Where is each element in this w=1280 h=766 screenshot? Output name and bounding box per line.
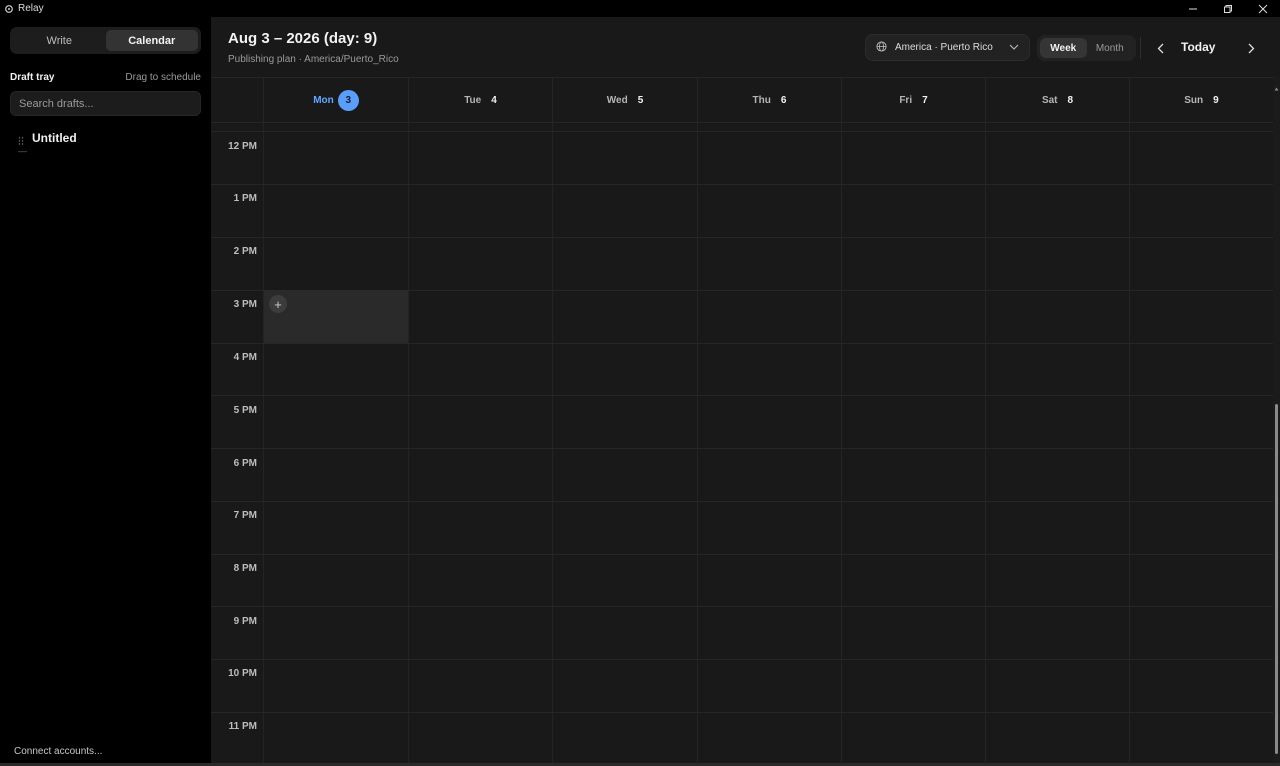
hour-label: 9 PM (233, 616, 257, 627)
day-header-fri[interactable]: Fri 7 (841, 78, 985, 122)
chevron-right-icon (1248, 43, 1254, 53)
globe-icon (876, 40, 887, 55)
view-month-button[interactable]: Month (1087, 38, 1134, 58)
column-divider (408, 122, 409, 766)
hour-label: 5 PM (233, 405, 257, 416)
connect-accounts-link[interactable]: Connect accounts... (14, 746, 102, 757)
day-header-mon[interactable]: Mon 3 (263, 78, 408, 122)
day-header-sun[interactable]: Sun 9 (1129, 78, 1273, 122)
column-divider (263, 122, 264, 766)
draft-item[interactable]: Untitled — (14, 129, 199, 157)
day-number: 4 (491, 94, 497, 106)
column-divider (841, 122, 842, 766)
close-button[interactable] (1245, 0, 1280, 17)
day-name: Sat (1041, 94, 1058, 106)
day-number: 6 (780, 94, 787, 106)
minimize-button[interactable] (1175, 0, 1210, 17)
day-number-today: 3 (337, 89, 359, 111)
hour-label: 12 PM (228, 141, 257, 152)
hour-label: 10 PM (228, 668, 257, 679)
chevron-down-icon (1009, 42, 1019, 53)
header-divider (211, 122, 1273, 123)
week-grid: Mon 3 Tue 4 Wed 5 Thu 6 Fri 7 Sat 8 Sun … (211, 77, 1273, 766)
day-number: 9 (1213, 94, 1219, 106)
day-name: Thu (752, 94, 771, 106)
hour-divider (211, 237, 1273, 238)
scroll-up-icon[interactable] (1274, 79, 1279, 91)
drag-handle-icon[interactable] (18, 132, 24, 145)
hour-divider (211, 606, 1273, 607)
mode-switch: Write Calendar (10, 27, 201, 54)
day-header-tue[interactable]: Tue 4 (408, 78, 552, 122)
hour-divider (211, 343, 1273, 344)
hour-divider (211, 184, 1273, 185)
calendar-panel: Aug 3 – 2026 (day: 9) Publishing plan · … (211, 17, 1280, 766)
hour-label: 4 PM (233, 352, 257, 363)
search-drafts-input[interactable] (10, 91, 201, 116)
day-name: Wed (606, 94, 628, 106)
hour-divider (211, 395, 1273, 396)
day-number: 7 (922, 94, 928, 106)
hour-divider (211, 554, 1273, 555)
timezone-select[interactable]: America · Puerto Rico (865, 34, 1030, 61)
hour-divider (211, 448, 1273, 449)
day-number: 8 (1067, 94, 1074, 106)
tab-write[interactable]: Write (13, 30, 106, 51)
window-controls (1175, 0, 1280, 17)
title-bar: Relay (0, 0, 1280, 17)
restore-icon (1223, 4, 1232, 13)
draft-tray-title: Draft tray (10, 72, 55, 83)
scrollbar-thumb[interactable] (1275, 404, 1278, 754)
day-header-wed[interactable]: Wed 5 (552, 78, 697, 122)
chevron-left-icon (1157, 43, 1163, 53)
day-name: Sun (1184, 94, 1204, 106)
relay-app-icon (3, 3, 15, 15)
sidebar: Write Calendar Draft tray Drag to schedu… (0, 17, 211, 766)
column-divider (985, 122, 986, 766)
app-title: Relay (18, 3, 44, 14)
column-divider (1129, 122, 1130, 766)
timezone-label: America · Puerto Rico (895, 42, 993, 53)
minimize-icon (1188, 8, 1197, 9)
hour-label: 8 PM (233, 563, 257, 574)
tab-calendar[interactable]: Calendar (105, 30, 198, 51)
hour-label: 3 PM (233, 299, 257, 310)
column-divider (552, 122, 553, 766)
drag-hint: Drag to schedule (125, 72, 201, 83)
add-post-button[interactable]: + (269, 295, 287, 313)
divider (1140, 37, 1141, 59)
page-title: Aug 3 – 2026 (day: 9) (228, 30, 378, 47)
time-slot-hover[interactable] (264, 290, 408, 343)
day-name: Fri (899, 94, 913, 106)
today-button[interactable]: Today (1181, 40, 1215, 54)
draft-title: Untitled (32, 131, 77, 145)
day-header-sat[interactable]: Sat 8 (985, 78, 1129, 122)
view-week-button[interactable]: Week (1040, 38, 1087, 58)
next-week-button[interactable] (1240, 37, 1262, 59)
day-name: Mon (313, 94, 334, 106)
hour-label: 6 PM (233, 458, 257, 469)
hour-divider (211, 131, 1273, 132)
view-switch: Week Month (1037, 35, 1136, 61)
hour-label: 7 PM (233, 510, 257, 521)
hour-divider (211, 659, 1273, 660)
hour-divider (211, 501, 1273, 502)
restore-button[interactable] (1210, 0, 1245, 17)
day-name: Tue (464, 94, 482, 106)
day-number: 5 (637, 94, 644, 106)
draft-meta: — (18, 146, 27, 156)
hour-label: 1 PM (233, 193, 257, 204)
hour-label: 2 PM (233, 246, 257, 257)
page-subtitle: Publishing plan · America/Puerto_Rico (228, 54, 399, 65)
column-divider (697, 122, 698, 766)
hour-divider (211, 712, 1273, 713)
previous-week-button[interactable] (1149, 37, 1171, 59)
close-icon (1258, 4, 1267, 13)
hour-label: 11 PM (228, 721, 257, 732)
day-header-thu[interactable]: Thu 6 (697, 78, 841, 122)
